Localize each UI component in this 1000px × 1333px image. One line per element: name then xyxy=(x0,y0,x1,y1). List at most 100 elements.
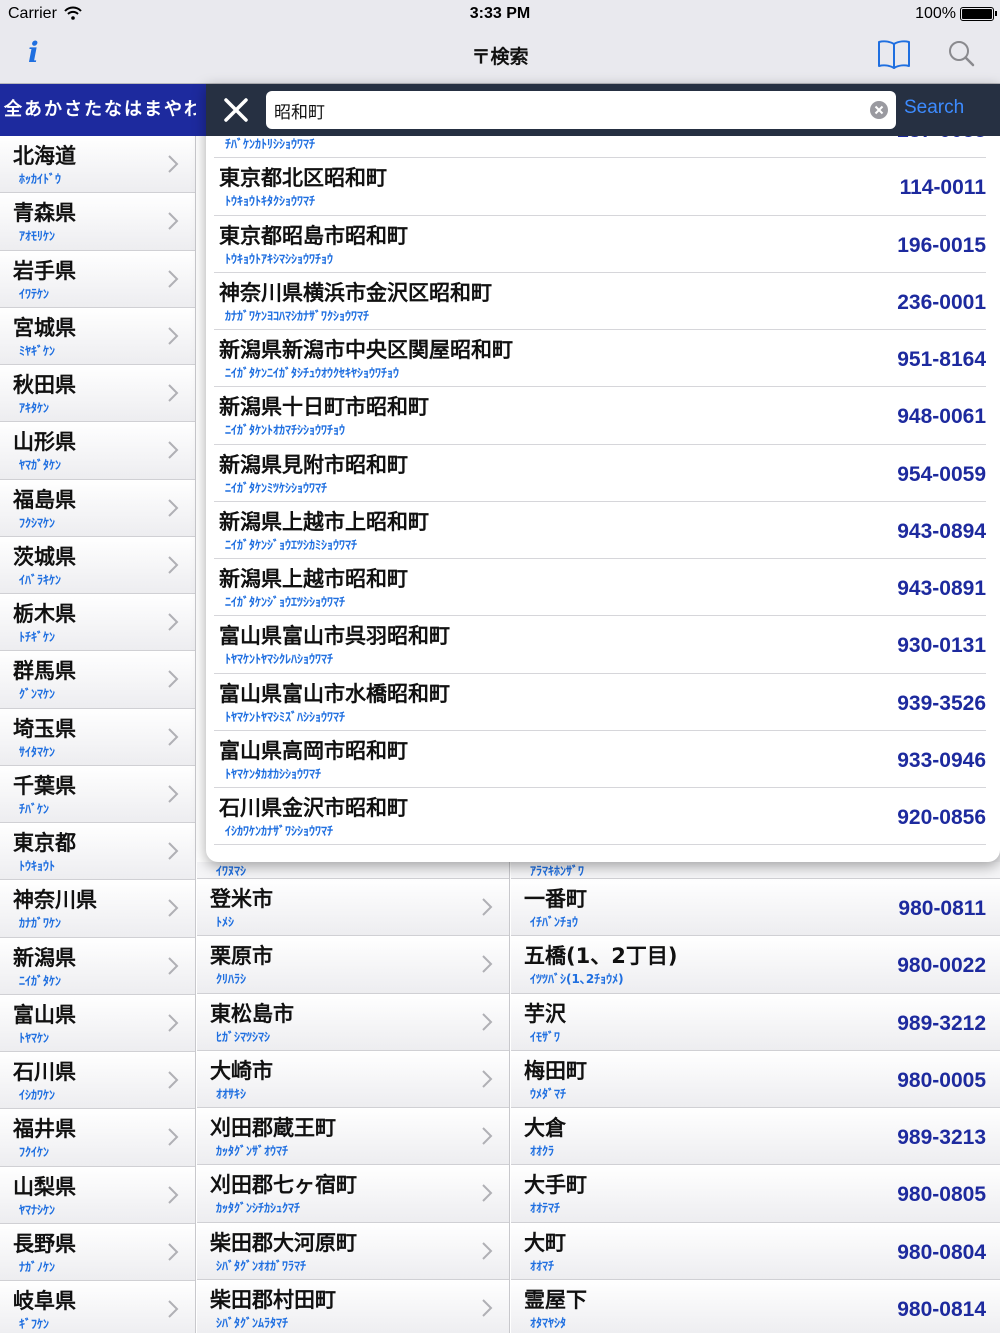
town-row[interactable]: 芋沢 ｲﾓｻﾞﾜ 989-3212 xyxy=(511,993,1000,1051)
prefecture-row[interactable]: 秋田県 ｱｷﾀｹﾝ xyxy=(0,365,195,423)
prefecture-row[interactable]: 北海道 ﾎｯｶｲﾄﾞｳ xyxy=(0,136,195,194)
search-icon[interactable] xyxy=(946,38,976,70)
search-result-row[interactable]: 新潟県新潟市中央区関屋昭和町 ﾆｲｶﾞﾀｹﾝﾆｲｶﾞﾀｼﾁｭｳｵｳｸｾｷﾔｼｮｳﾜ… xyxy=(214,330,986,388)
prefecture-kana: ﾅｶﾞﾉｹﾝ xyxy=(19,1259,56,1274)
search-result-row[interactable]: 新潟県上越市上昭和町 ﾆｲｶﾞﾀｹﾝｼﾞｮｳｴﾂｼｶﾐｼｮｳﾜﾏﾁ 943-0894 xyxy=(214,502,986,559)
result-postal-code: 939-3526 xyxy=(897,691,986,715)
prefecture-row[interactable]: 長野県 ﾅｶﾞﾉｹﾝ xyxy=(0,1223,195,1281)
prefecture-row[interactable]: 埼玉県 ｻｲﾀﾏｹﾝ xyxy=(0,708,195,766)
town-row[interactable]: 霊屋下 ｵﾀﾏﾔｼﾀ 980-0814 xyxy=(511,1279,1000,1333)
prefecture-name: 東京都 xyxy=(13,831,76,855)
clear-icon[interactable] xyxy=(870,101,888,119)
prefecture-row[interactable]: 新潟県 ﾆｲｶﾞﾀｹﾝ xyxy=(0,937,195,995)
city-row[interactable]: 大崎市 ｵｵｻｷｼ xyxy=(197,1050,509,1108)
result-address: 東京都北区昭和町 xyxy=(219,166,387,191)
town-row[interactable]: 大手町 ｵｵﾃﾏﾁ 980-0805 xyxy=(511,1165,1000,1223)
search-result-row[interactable]: 東京都昭島市昭和町 ﾄｳｷｮｳﾄｱｷｼﾏｼｼｮｳﾜﾁｮｳ 196-0015 xyxy=(214,216,986,273)
city-row[interactable]: 柴田郡村田町 ｼﾊﾞﾀｸﾞﾝﾑﾗﾀﾏﾁ xyxy=(197,1279,509,1333)
town-name: 五橋(1、2丁目) xyxy=(524,944,678,969)
prefecture-row[interactable]: 千葉県 ﾁﾊﾞｹﾝ xyxy=(0,765,195,823)
search-result-row[interactable]: 石川県金沢市昭和町 ｲｼｶﾜｹﾝｶﾅｻﾞﾜｼｼｮｳﾜﾏﾁ 920-0856 xyxy=(214,788,986,846)
status-bar: Carrier 3:33 PM 100% xyxy=(0,0,1000,28)
prefecture-row[interactable]: 東京都 ﾄｳｷｮｳﾄ xyxy=(0,823,195,881)
search-submit-button[interactable]: Search xyxy=(904,97,964,119)
prefecture-row[interactable]: 石川県 ｲｼｶﾜｹﾝ xyxy=(0,1052,195,1110)
result-kana: ﾆｲｶﾞﾀｹﾝｼﾞｮｳｴﾂｼｶﾐｼｮｳﾜﾏﾁ xyxy=(225,537,358,552)
city-kana: ｸﾘﾊﾗｼ xyxy=(216,972,247,987)
prefecture-row[interactable]: 福井県 ﾌｸｲｹﾝ xyxy=(0,1109,195,1167)
city-row[interactable]: 刈田郡七ヶ宿町 ｶｯﾀｸﾞﾝｼﾁｶｼｭｸﾏﾁ xyxy=(197,1165,509,1223)
prefecture-row[interactable]: 岐阜県 ｷﾞﾌｹﾝ xyxy=(0,1281,195,1333)
city-row[interactable]: 刈田郡蔵王町 ｶｯﾀｸﾞﾝｻﾞｵｳﾏﾁ xyxy=(197,1108,509,1166)
prefecture-name: 群馬県 xyxy=(13,659,76,684)
result-kana: ﾄｳｷｮｳﾄｱｷｼﾏｼｼｮｳﾜﾁｮｳ xyxy=(225,251,334,266)
postal-code: 980-0022 xyxy=(897,954,986,978)
prefecture-row[interactable]: 山梨県 ﾔﾏﾅｼｹﾝ xyxy=(0,1166,195,1224)
prefecture-name: 新潟県 xyxy=(13,945,76,970)
city-row[interactable]: 柴田郡大河原町 ｼﾊﾞﾀｸﾞﾝｵｵｶﾞﾜﾗﾏﾁ xyxy=(197,1222,509,1280)
list-item-partial[interactable]: ｱﾗﾏｷﾎﾝｻﾞﾜ xyxy=(511,862,1000,879)
town-row[interactable]: 一番町 ｲﾁﾊﾞﾝﾁｮｳ 980-0811 xyxy=(511,879,1000,937)
prefecture-row[interactable]: 富山県 ﾄﾔﾏｹﾝ xyxy=(0,994,195,1052)
prefecture-name: 秋田県 xyxy=(13,373,76,397)
prefecture-name: 富山県 xyxy=(13,1002,76,1027)
chevron-right-icon xyxy=(168,727,179,746)
town-row[interactable]: 大倉 ｵｵｸﾗ 989-3213 xyxy=(511,1108,1000,1166)
close-icon[interactable] xyxy=(222,96,250,124)
town-kana: ｲﾂﾂﾊﾞｼ(1､2ﾁｮｳﾒ) xyxy=(530,972,624,987)
chevron-right-icon xyxy=(168,1071,179,1089)
prefecture-row[interactable]: 青森県 ｱｵﾓﾘｹﾝ xyxy=(0,193,195,251)
result-postal-code: 954-0059 xyxy=(897,462,986,486)
prefecture-kana: ｸﾞﾝﾏｹﾝ xyxy=(19,687,56,702)
result-kana: ﾆｲｶﾞﾀｹﾝﾐﾂｹｼｼｮｳﾜﾏﾁ xyxy=(225,480,328,495)
city-name: 登米市 xyxy=(210,887,273,911)
town-row[interactable]: 五橋(1、2丁目) ｲﾂﾂﾊﾞｼ(1､2ﾁｮｳﾒ) 980-0022 xyxy=(511,936,1000,994)
kana-index-bar[interactable]: 全あかさたなはまやわ xyxy=(0,84,196,136)
search-result-row[interactable]: 富山県富山市水橋昭和町 ﾄﾔﾏｹﾝﾄﾔﾏｼﾐｽﾞﾊｼｼｮｳﾜﾏﾁ 939-3526 xyxy=(214,674,986,731)
search-result-row[interactable]: 新潟県上越市昭和町 ﾆｲｶﾞﾀｹﾝｼﾞｮｳｴﾂｼｼｮｳﾜﾏﾁ 943-0891 xyxy=(214,559,986,617)
prefecture-row[interactable]: 宮城県 ﾐﾔｷﾞｹﾝ xyxy=(0,307,195,365)
chevron-right-icon xyxy=(482,1299,493,1317)
search-popover: Search 千葉県香取市昭和町ﾁﾊﾞｹﾝｶﾄﾘｼｼｮｳﾜﾏﾁ287-0055東… xyxy=(206,84,1000,862)
search-result-row[interactable]: 千葉県香取市昭和町ﾁﾊﾞｹﾝｶﾄﾘｼｼｮｳﾜﾏﾁ287-0055 xyxy=(214,136,986,159)
city-row[interactable]: 登米市 ﾄﾒｼ xyxy=(197,879,509,937)
prefecture-name: 岩手県 xyxy=(13,258,76,283)
city-row[interactable]: 栗原市 ｸﾘﾊﾗｼ xyxy=(197,936,509,994)
result-kana: ﾆｲｶﾞﾀｹﾝﾄｵｶﾏﾁｼｼｮｳﾜﾁｮｳ xyxy=(225,423,346,438)
town-row[interactable]: 梅田町 ｳﾒﾀﾞﾏﾁ 980-0005 xyxy=(511,1050,1000,1108)
search-result-row[interactable]: 神奈川県横浜市金沢区昭和町 ｶﾅｶﾞﾜｹﾝﾖｺﾊﾏｼｶﾅｻﾞﾜｸｼｮｳﾜﾏﾁ 236… xyxy=(214,273,986,330)
search-result-row[interactable]: 東京都北区昭和町 ﾄｳｷｮｳﾄｷﾀｸｼｮｳﾜﾏﾁ 114-0011 xyxy=(214,158,986,216)
prefecture-row[interactable]: 群馬県 ｸﾞﾝﾏｹﾝ xyxy=(0,651,195,709)
prefecture-row[interactable]: 神奈川県 ｶﾅｶﾞﾜｹﾝ xyxy=(0,880,195,938)
prefecture-row[interactable]: 福島県 ﾌｸｼﾏｹﾝ xyxy=(0,479,195,537)
chevron-right-icon xyxy=(168,269,179,288)
chevron-right-icon xyxy=(168,556,179,574)
result-address: 新潟県上越市上昭和町 xyxy=(219,509,429,534)
chevron-right-icon xyxy=(168,155,179,173)
list-item-partial[interactable]: ｲﾜﾇﾏｼ xyxy=(197,862,509,879)
book-icon[interactable] xyxy=(876,38,912,70)
chevron-right-icon xyxy=(168,1300,179,1318)
postal-code: 980-0805 xyxy=(897,1183,986,1207)
prefecture-row[interactable]: 茨城県 ｲﾊﾞﾗｷｹﾝ xyxy=(0,536,195,594)
search-results: 千葉県香取市昭和町ﾁﾊﾞｹﾝｶﾄﾘｼｼｮｳﾜﾏﾁ287-0055東京都北区昭和町… xyxy=(206,136,1000,862)
search-result-row[interactable]: 新潟県見附市昭和町 ﾆｲｶﾞﾀｹﾝﾐﾂｹｼｼｮｳﾜﾏﾁ 954-0059 xyxy=(214,445,986,502)
chevron-right-icon xyxy=(482,1070,493,1088)
prefecture-name: 栃木県 xyxy=(13,602,76,626)
city-name: 栗原市 xyxy=(210,944,273,969)
town-name: 霊屋下 xyxy=(524,1287,587,1312)
chevron-right-icon xyxy=(168,384,179,402)
city-kana: ｵｵｻｷｼ xyxy=(216,1086,247,1101)
prefecture-row[interactable]: 山形県 ﾔﾏｶﾞﾀｹﾝ xyxy=(0,422,195,480)
prefecture-row[interactable]: 岩手県 ｲﾜﾃｹﾝ xyxy=(0,250,195,308)
result-address: 東京都昭島市昭和町 xyxy=(219,223,408,248)
town-row[interactable]: 大町 ｵｵﾏﾁ 980-0804 xyxy=(511,1222,1000,1280)
town-name: 大手町 xyxy=(524,1173,587,1198)
search-result-row[interactable]: 新潟県十日町市昭和町 ﾆｲｶﾞﾀｹﾝﾄｵｶﾏﾁｼｼｮｳﾜﾁｮｳ 948-0061 xyxy=(214,387,986,445)
prefecture-name: 青森県 xyxy=(13,201,76,226)
city-row[interactable]: 東松島市 ﾋｶﾞｼﾏﾂｼﾏｼ xyxy=(197,993,509,1051)
search-input[interactable] xyxy=(274,91,854,129)
prefecture-row[interactable]: 栃木県 ﾄﾁｷﾞｹﾝ xyxy=(0,594,195,652)
search-result-row[interactable]: 富山県高岡市昭和町 ﾄﾔﾏｹﾝﾀｶｵｶｼｼｮｳﾜﾏﾁ 933-0946 xyxy=(214,731,986,788)
search-result-row[interactable]: 富山県富山市呉羽昭和町 ﾄﾔﾏｹﾝﾄﾔﾏｼｸﾚﾊｼｮｳﾜﾏﾁ 930-0131 xyxy=(214,616,986,674)
